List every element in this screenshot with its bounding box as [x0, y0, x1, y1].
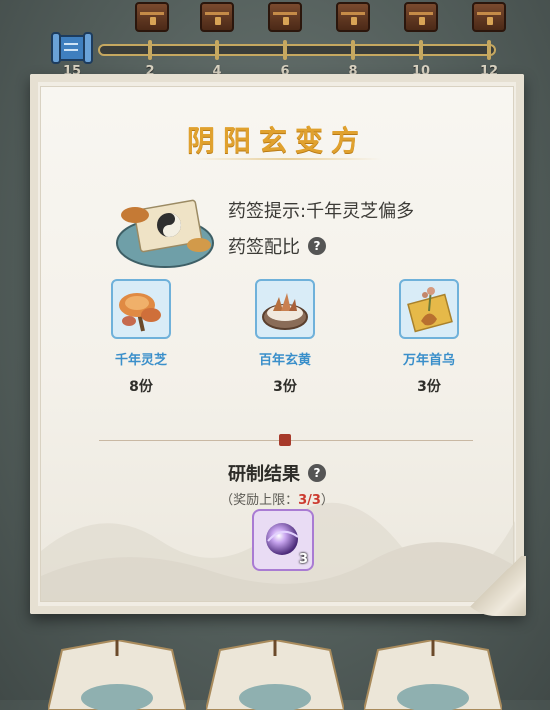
- ingredient-qty: 3份: [417, 379, 441, 395]
- result-title: 研制结果: [228, 464, 300, 485]
- reward-chest[interactable]: [135, 2, 169, 32]
- xuanhuang-icon: [262, 293, 308, 330]
- lingzhi-icon: [119, 293, 161, 332]
- ingredient-qty: 3份: [273, 379, 297, 395]
- ingredient-item[interactable]: 百年玄黄 3份: [235, 279, 335, 396]
- recipe-panel: 阴阳玄变方 药签提示:千年灵芝偏多 药签配比 ? 千年灵芝 8份 百年玄黄 3份…: [30, 74, 526, 616]
- recipe-scroll-icon: [116, 199, 214, 268]
- ingredient-slot[interactable]: [255, 279, 315, 339]
- scroll-icon[interactable]: [50, 30, 94, 68]
- reward-chest[interactable]: [404, 2, 438, 32]
- progress-tick: [419, 40, 423, 60]
- progress-tick: [351, 40, 355, 60]
- ingredient-item[interactable]: 千年灵芝 8份: [91, 279, 191, 396]
- ingredient-name: 万年首乌: [402, 353, 455, 368]
- reward-chest[interactable]: [472, 2, 506, 32]
- progress-track: [98, 44, 496, 56]
- ingredient-qty: 8份: [129, 379, 153, 395]
- reward-chest[interactable]: [336, 2, 370, 32]
- progress-tick: [215, 40, 219, 60]
- ingredient-slot[interactable]: [111, 279, 171, 339]
- progress-tick: [148, 40, 152, 60]
- reward-limit-suffix: ）: [320, 493, 334, 508]
- reward-chest[interactable]: [268, 2, 302, 32]
- progress-tick: [487, 40, 491, 60]
- ingredient-item[interactable]: 万年首乌 3份: [379, 279, 479, 396]
- reward-chest[interactable]: [200, 2, 234, 32]
- ingredient-name: 百年玄黄: [258, 353, 311, 368]
- ratio-help-icon[interactable]: ?: [308, 237, 326, 255]
- result-header: 研制结果 ?: [41, 460, 513, 486]
- progress-strip: 15 2 4 6 8 10 12: [0, 0, 550, 80]
- recipe-panel-inner: 阴阳玄变方 药签提示:千年灵芝偏多 药签配比 ? 千年灵芝 8份 百年玄黄 3份…: [40, 86, 515, 602]
- progress-tick: [283, 40, 287, 60]
- ingredient-name: 千年灵芝: [114, 353, 167, 368]
- page-curl: [456, 556, 526, 616]
- recipe-ratio-row: 药签配比 ?: [228, 233, 326, 259]
- shouwu-icon: [407, 287, 453, 333]
- reward-limit: （奖励上限：3/3）: [41, 489, 513, 508]
- ingredient-slot[interactable]: [399, 279, 459, 339]
- ratio-label: 药签配比: [228, 237, 300, 258]
- recipe-title: 阴阳玄变方: [186, 124, 367, 157]
- result-item-count: 3: [298, 552, 308, 567]
- seal-ornament: [279, 434, 291, 446]
- result-item-slot[interactable]: 3: [252, 509, 314, 571]
- recipe-hint: 药签提示:千年灵芝偏多: [228, 201, 415, 222]
- result-help-icon[interactable]: ?: [308, 464, 326, 482]
- title-underline: [191, 158, 381, 160]
- reward-limit-prefix: （奖励上限：: [220, 493, 299, 508]
- reward-limit-count: 3/3: [298, 493, 321, 508]
